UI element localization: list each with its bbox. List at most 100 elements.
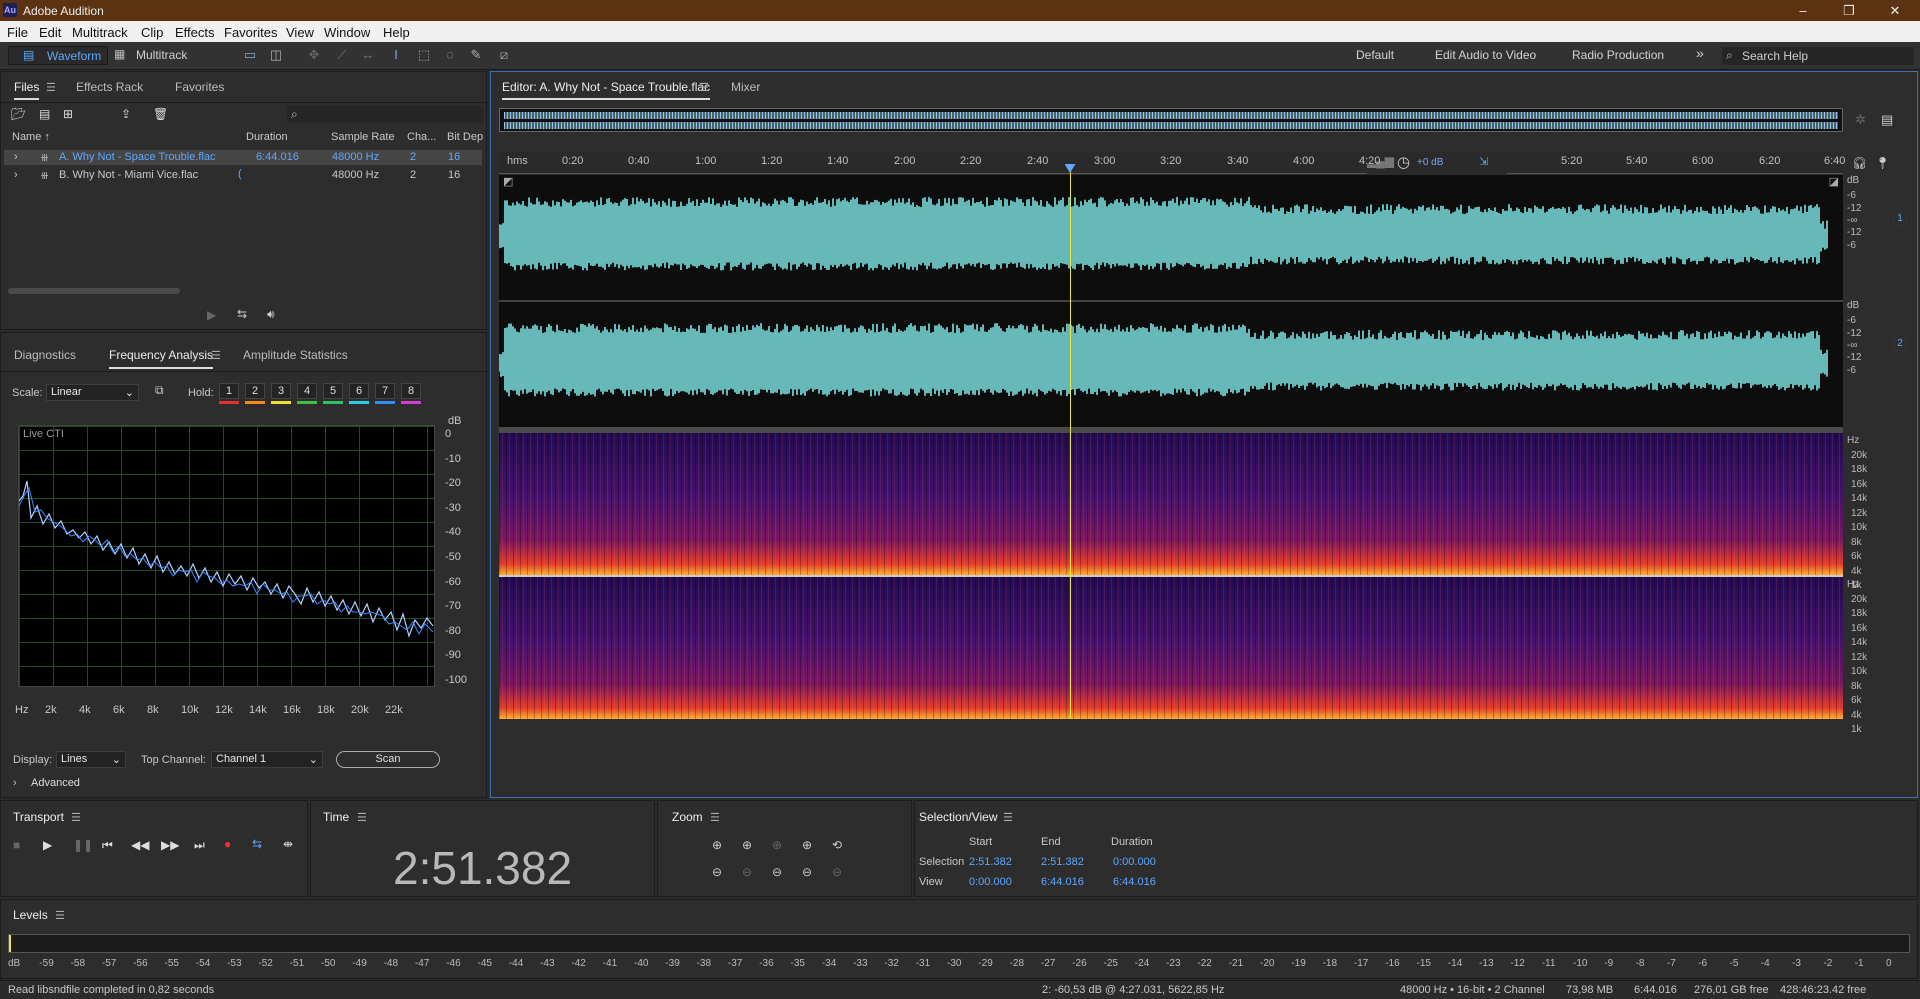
move-to-next-icon[interactable]: ⏭︎ — [194, 838, 205, 853]
hold-button-3[interactable]: 3 — [271, 383, 291, 399]
play-preview-icon[interactable]: ▶ — [207, 308, 216, 322]
tab-diagnostics[interactable]: Diagnostics — [14, 348, 76, 362]
menu-favorites[interactable]: Favorites — [224, 25, 277, 40]
selection-view-menu-icon[interactable]: ☰ — [1003, 811, 1013, 824]
spectral-display-icon[interactable]: ▭ — [242, 48, 258, 62]
volume-knob-icon[interactable]: ◷ — [1397, 153, 1410, 171]
pause-icon[interactable]: ❚❚ — [73, 838, 93, 852]
stop-icon[interactable]: ■ — [13, 838, 20, 852]
view-duration[interactable]: 6:44.016 — [1113, 876, 1156, 888]
pin-hud-icon[interactable]: ⇲ — [1479, 155, 1488, 168]
workspace-radio-production[interactable]: Radio Production — [1572, 48, 1664, 62]
waveform-display[interactable]: ◩ ◪ — [499, 175, 1843, 427]
rewind-icon[interactable]: ◀◀ — [131, 838, 149, 852]
tab-amplitude-statistics[interactable]: Amplitude Statistics — [243, 348, 348, 362]
channel-2-toggle[interactable]: 2 — [1893, 337, 1907, 351]
close-button[interactable]: ✕ — [1872, 1, 1918, 20]
minimize-button[interactable]: – — [1780, 1, 1826, 20]
search-help-box[interactable]: ⌕ Search Help — [1722, 47, 1914, 65]
column-channels[interactable]: Cha... — [407, 131, 436, 143]
fast-forward-icon[interactable]: ▶▶ — [161, 838, 179, 852]
hold-button-2[interactable]: 2 — [245, 383, 265, 399]
advanced-toggle[interactable]: Advanced — [31, 777, 80, 789]
lock-to-playhead-icon[interactable]: ⧉ — [155, 383, 164, 398]
display-options-icon[interactable]: ▤ — [1881, 112, 1893, 128]
tab-editor[interactable]: Editor: A. Why Not - Space Trouble.flac — [502, 80, 711, 100]
tab-effects-rack[interactable]: Effects Rack — [76, 80, 143, 94]
marker-pin-icon[interactable]: 📍︎ — [1875, 156, 1890, 170]
menu-multitrack[interactable]: Multitrack — [72, 25, 128, 40]
autoplay-speaker-icon[interactable]: 🔊︎ — [267, 307, 275, 322]
workspace-edit-audio-to-video[interactable]: Edit Audio to Video — [1435, 48, 1536, 62]
menu-window[interactable]: Window — [324, 25, 370, 40]
expand-chevron-icon[interactable]: › — [14, 151, 18, 163]
table-row[interactable]: › ⧻ B. Why Not - Miami Vice.flac ( 48000… — [4, 168, 482, 183]
move-to-previous-icon[interactable]: ⏮︎ — [102, 838, 113, 853]
loop-preview-icon[interactable]: ⇆ — [237, 307, 247, 321]
transport-menu-icon[interactable]: ☰ — [71, 811, 81, 824]
menu-effects[interactable]: Effects — [175, 25, 215, 40]
scale-dropdown[interactable]: Linear ⌄ — [46, 384, 139, 401]
resize-corner-icon[interactable]: ◩ — [503, 175, 513, 188]
table-row[interactable]: › ⧻ A. Why Not - Space Trouble.flac 6:44… — [4, 150, 482, 165]
hold-button-6[interactable]: 6 — [349, 383, 369, 399]
zoom-out-time-icon[interactable]: ⊖ — [742, 865, 752, 879]
levels-menu-icon[interactable]: ☰ — [55, 909, 65, 922]
play-icon[interactable]: ▶ — [43, 838, 52, 852]
menu-view[interactable]: View — [286, 25, 314, 40]
hold-button-1[interactable]: 1 — [219, 383, 239, 399]
selection-start[interactable]: 2:51.382 — [969, 856, 1012, 868]
expand-chevron-icon[interactable]: › — [14, 169, 18, 181]
column-bit-depth[interactable]: Bit Dep — [447, 131, 483, 143]
column-name[interactable]: Name ↑ — [12, 131, 50, 143]
scan-button[interactable]: Scan — [336, 751, 440, 768]
selection-duration[interactable]: 0:00.000 — [1113, 856, 1156, 868]
channel-1-toggle[interactable]: 1 — [1893, 212, 1907, 226]
spectral-display[interactable] — [499, 433, 1843, 719]
time-ruler[interactable]: ▂▄▆ ◷ +0 dB ⇲ hms 0:20 0:40 1:00 1:20 1:40 2:0… — [499, 152, 1845, 174]
column-duration[interactable]: Duration — [246, 131, 288, 143]
marquee-tool-icon[interactable]: ⬚ — [416, 48, 432, 62]
resize-corner-icon[interactable]: ◪ — [1829, 175, 1839, 188]
playhead[interactable] — [1064, 164, 1076, 719]
time-menu-icon[interactable]: ☰ — [357, 811, 367, 824]
tab-mixer[interactable]: Mixer — [731, 80, 760, 94]
top-channel-dropdown[interactable]: Channel 1 ⌄ — [211, 751, 323, 768]
slip-tool-icon[interactable]: ↔ — [360, 48, 376, 62]
analysis-panel-menu-icon[interactable]: ☰ — [211, 349, 221, 362]
menu-edit[interactable]: Edit — [39, 25, 61, 40]
zoom-menu-icon[interactable]: ☰ — [710, 811, 720, 824]
files-search-input[interactable]: ⌕ — [287, 106, 483, 123]
tab-favorites[interactable]: Favorites — [175, 80, 224, 94]
workspace-default[interactable]: Default — [1356, 48, 1394, 62]
new-file-icon[interactable]: ⊞ — [63, 107, 73, 121]
view-end[interactable]: 6:44.016 — [1041, 876, 1084, 888]
lasso-tool-icon[interactable]: ◌ — [442, 48, 458, 62]
hold-button-4[interactable]: 4 — [297, 383, 317, 399]
skip-selection-icon[interactable]: ⇼ — [283, 837, 293, 851]
zoom-out-amplitude-icon[interactable]: ⊖ — [712, 865, 722, 879]
chevron-right-icon[interactable]: › — [13, 777, 17, 789]
open-file-icon[interactable]: 📂︎ — [11, 107, 26, 121]
zoom-out-selected-icon[interactable]: ⊖ — [832, 865, 842, 879]
zoom-to-selection-icon[interactable]: ✲ — [1855, 112, 1866, 128]
zoom-out-full-icon[interactable]: ⊖ — [802, 865, 812, 879]
brush-tool-icon[interactable]: ✎ — [468, 48, 484, 62]
insert-into-multitrack-icon[interactable]: ⇪ — [121, 107, 131, 121]
menu-help[interactable]: Help — [383, 25, 410, 40]
zoom-in-amplitude-icon[interactable]: ⊕ — [712, 838, 722, 852]
view-start[interactable]: 0:00.000 — [969, 876, 1012, 888]
files-panel-menu-icon[interactable]: ☰ — [46, 81, 56, 94]
hold-button-8[interactable]: 8 — [401, 383, 421, 399]
spectral-pitch-icon[interactable]: ◫ — [268, 48, 284, 62]
import-file-icon[interactable]: ▤ — [39, 107, 50, 121]
loop-playback-icon[interactable]: ⇆ — [252, 837, 262, 851]
tab-files[interactable]: Files — [14, 80, 40, 100]
razor-tool-icon[interactable]: ⟋ — [334, 48, 350, 62]
spot-healing-tool-icon[interactable]: ⧄ — [496, 48, 512, 62]
display-dropdown[interactable]: Lines ⌄ — [56, 751, 126, 768]
record-icon[interactable]: ● — [224, 837, 231, 851]
search-help-input[interactable]: Search Help — [1742, 49, 1808, 63]
zoom-to-selection-icon[interactable]: ⊕ — [802, 838, 812, 852]
editor-panel-menu-icon[interactable]: ☰ — [699, 81, 709, 94]
